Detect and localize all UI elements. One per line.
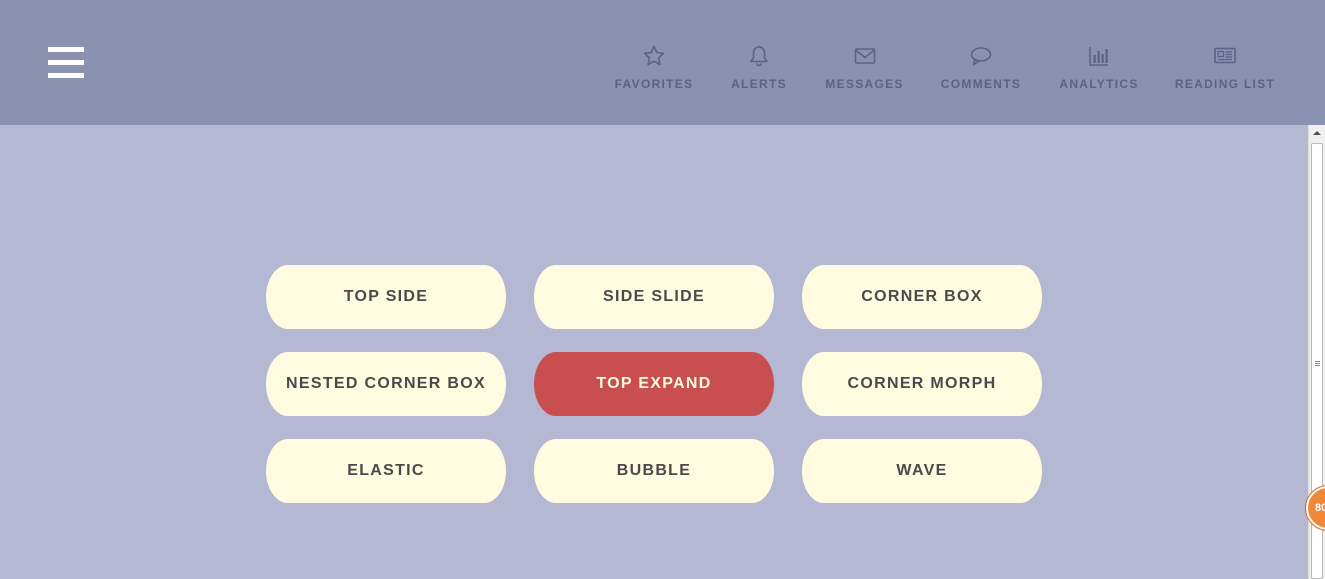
corner-morph-button[interactable]: CORNER MORPH <box>802 352 1042 416</box>
side-slide-button[interactable]: SIDE SLIDE <box>534 265 774 329</box>
nav-analytics-label: ANALYTICS <box>1059 77 1139 91</box>
scroll-up-arrow-icon[interactable] <box>1309 125 1325 141</box>
top-bar: FAVORITES ALERTS MESSAGES COMMENTS ANALY… <box>0 0 1325 125</box>
top-expand-button[interactable]: TOP EXPAND <box>534 352 774 416</box>
nav-alerts[interactable]: ALERTS <box>731 44 787 94</box>
speech-bubble-icon <box>969 44 993 68</box>
wave-button[interactable]: WAVE <box>802 439 1042 503</box>
nav-reading-list-label: READING LIST <box>1174 77 1276 91</box>
bar-chart-icon <box>1087 44 1111 68</box>
nav-favorites[interactable]: FAVORITES <box>614 44 694 94</box>
newspaper-icon <box>1213 44 1237 68</box>
nav-comments[interactable]: COMMENTS <box>940 44 1022 94</box>
star-icon <box>642 44 666 68</box>
hamburger-menu-icon[interactable] <box>48 47 84 79</box>
top-side-button[interactable]: TOP SIDE <box>266 265 506 329</box>
elastic-button[interactable]: ELASTIC <box>266 439 506 503</box>
nav-messages[interactable]: MESSAGES <box>825 44 904 94</box>
nav-messages-label: MESSAGES <box>825 77 904 91</box>
nested-corner-box-button[interactable]: NESTED CORNER BOX <box>266 352 506 416</box>
bubble-button[interactable]: BUBBLE <box>534 439 774 503</box>
nav-favorites-label: FAVORITES <box>614 77 694 91</box>
corner-box-button[interactable]: CORNER BOX <box>802 265 1042 329</box>
nav-alerts-label: ALERTS <box>731 77 787 91</box>
nav-reading-list[interactable]: READING LIST <box>1175 44 1274 94</box>
nav-analytics[interactable]: ANALYTICS <box>1059 44 1139 94</box>
envelope-icon <box>853 44 877 68</box>
nav-comments-label: COMMENTS <box>940 77 1022 91</box>
bell-icon <box>747 44 771 68</box>
